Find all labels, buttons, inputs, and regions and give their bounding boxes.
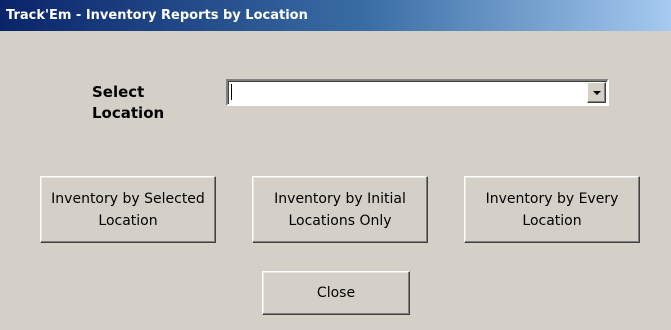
inventory-by-every-location-label: Inventory by Every Location <box>485 190 619 229</box>
close-button-label: Close <box>316 285 356 301</box>
dropdown-arrow-button[interactable] <box>587 82 606 103</box>
title-bar[interactable]: Track'Em - Inventory Reports by Location <box>0 0 671 31</box>
inventory-by-initial-locations-button[interactable]: Inventory by Initial Locations Only <box>252 176 428 243</box>
location-combobox[interactable] <box>226 79 609 106</box>
close-button[interactable]: Close <box>262 271 410 315</box>
select-location-label: Select Location <box>92 83 165 122</box>
inventory-by-initial-locations-label: Inventory by Initial Locations Only <box>274 190 406 229</box>
inventory-by-every-location-button[interactable]: Inventory by Every Location <box>464 176 640 243</box>
combo-text-cursor <box>231 84 232 100</box>
report-window: Track'Em - Inventory Reports by Location… <box>0 0 671 330</box>
form-body: Select Location Inventory by Selected Lo… <box>0 31 671 330</box>
chevron-down-icon <box>593 91 601 95</box>
inventory-by-selected-location-button[interactable]: Inventory by Selected Location <box>40 176 216 243</box>
inventory-by-selected-location-label: Inventory by Selected Location <box>51 190 205 229</box>
window-title: Track'Em - Inventory Reports by Location <box>6 8 308 23</box>
